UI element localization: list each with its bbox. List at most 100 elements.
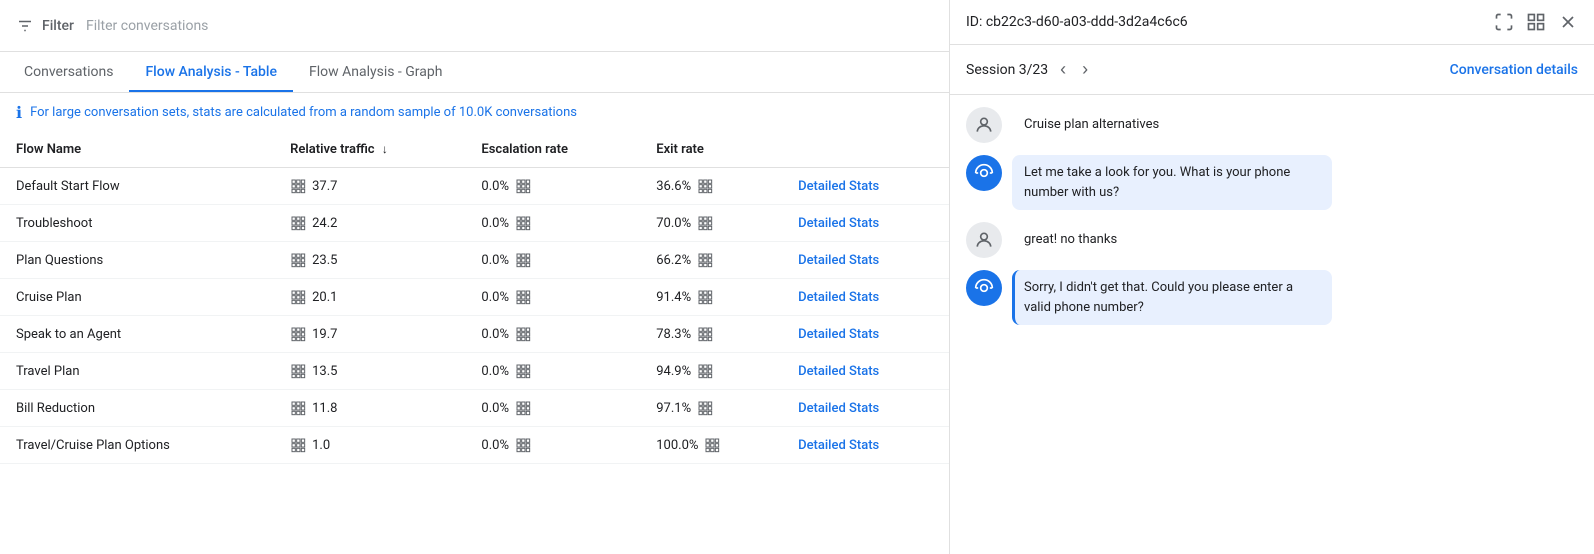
table-cell-icon <box>515 252 531 268</box>
detailed-stats-link[interactable]: Detailed Stats <box>798 401 879 416</box>
cell-relative-traffic: 24.2 <box>274 205 465 242</box>
cell-escalation-rate: 0.0% <box>465 168 640 205</box>
table-row: Cruise Plan 20.1 0.0% 91.4% Detailed Sta… <box>0 279 949 316</box>
cell-escalation-rate: 0.0% <box>465 427 640 464</box>
table-cell-icon <box>697 215 713 231</box>
cell-escalation-rate: 0.0% <box>465 279 640 316</box>
filter-placeholder: Filter conversations <box>86 18 208 34</box>
header-icons <box>1494 12 1578 32</box>
detailed-stats-link[interactable]: Detailed Stats <box>798 253 879 268</box>
col-flow-name: Flow Name <box>0 132 274 168</box>
detailed-stats-link[interactable]: Detailed Stats <box>798 179 879 194</box>
cell-detailed-stats[interactable]: Detailed Stats <box>782 168 949 205</box>
cell-relative-traffic: 20.1 <box>274 279 465 316</box>
message-bubble: Cruise plan alternatives <box>1012 107 1171 143</box>
table-cell-icon <box>704 437 720 453</box>
col-escalation-rate: Escalation rate <box>465 132 640 168</box>
col-exit-rate: Exit rate <box>640 132 782 168</box>
table-row: Travel/Cruise Plan Options 1.0 0.0% 100.… <box>0 427 949 464</box>
cell-exit-rate: 36.6% <box>640 168 782 205</box>
messages-container: Cruise plan alternatives Let me take a l… <box>950 95 1594 554</box>
cell-detailed-stats[interactable]: Detailed Stats <box>782 316 949 353</box>
left-panel: Filter Filter conversations Conversation… <box>0 0 950 554</box>
cell-flow-name: Travel Plan <box>0 353 274 390</box>
table-row: Travel Plan 13.5 0.0% 94.9% Detailed Sta… <box>0 353 949 390</box>
table-cell-icon <box>697 289 713 305</box>
session-label: Session 3/23 <box>966 62 1048 78</box>
table-cell-icon <box>515 289 531 305</box>
table-cell-icon <box>515 400 531 416</box>
cell-exit-rate: 78.3% <box>640 316 782 353</box>
detailed-stats-link[interactable]: Detailed Stats <box>798 290 879 305</box>
prev-session-button[interactable]: ‹ <box>1056 55 1070 84</box>
cell-flow-name: Cruise Plan <box>0 279 274 316</box>
info-banner: ℹ For large conversation sets, stats are… <box>0 93 949 132</box>
table-cell-icon <box>290 326 306 342</box>
session-nav: Session 3/23 ‹ › Conversation details <box>950 45 1594 95</box>
message-row: Let me take a look for you. What is your… <box>966 155 1578 210</box>
cell-relative-traffic: 11.8 <box>274 390 465 427</box>
cell-flow-name: Travel/Cruise Plan Options <box>0 427 274 464</box>
tab-flow-analysis-table[interactable]: Flow Analysis - Table <box>129 52 293 92</box>
cell-detailed-stats[interactable]: Detailed Stats <box>782 353 949 390</box>
table-cell-icon <box>290 400 306 416</box>
avatar <box>966 270 1002 306</box>
tab-flow-analysis-graph[interactable]: Flow Analysis - Graph <box>293 52 459 92</box>
close-icon[interactable] <box>1558 12 1578 32</box>
cell-detailed-stats[interactable]: Detailed Stats <box>782 390 949 427</box>
grid-view-icon[interactable] <box>1526 12 1546 32</box>
conversation-details-link[interactable]: Conversation details <box>1450 62 1578 78</box>
table-cell-icon <box>290 252 306 268</box>
session-info: Session 3/23 ‹ › <box>966 55 1092 84</box>
table-cell-icon <box>515 326 531 342</box>
filter-label: Filter <box>42 18 74 34</box>
cell-detailed-stats[interactable]: Detailed Stats <box>782 242 949 279</box>
message-text: great! no thanks <box>1024 232 1117 247</box>
info-banner-text: For large conversation sets, stats are c… <box>30 105 577 120</box>
table-row: Troubleshoot 24.2 0.0% 70.0% Detailed St… <box>0 205 949 242</box>
info-icon: ℹ <box>16 103 22 122</box>
cell-detailed-stats[interactable]: Detailed Stats <box>782 427 949 464</box>
filter-icon <box>16 17 34 35</box>
next-session-button[interactable]: › <box>1078 55 1092 84</box>
message-bubble: Let me take a look for you. What is your… <box>1012 155 1332 210</box>
table-cell-icon <box>290 289 306 305</box>
cell-flow-name: Default Start Flow <box>0 168 274 205</box>
message-bubble: great! no thanks <box>1012 222 1129 258</box>
avatar <box>966 222 1002 258</box>
col-actions <box>782 132 949 168</box>
detailed-stats-link[interactable]: Detailed Stats <box>798 364 879 379</box>
detailed-stats-link[interactable]: Detailed Stats <box>798 438 879 453</box>
message-row: great! no thanks <box>966 222 1578 258</box>
flow-analysis-table: Flow Name Relative traffic ↓ Escalation … <box>0 132 949 554</box>
tab-conversations[interactable]: Conversations <box>8 52 129 92</box>
cell-escalation-rate: 0.0% <box>465 316 640 353</box>
cell-relative-traffic: 19.7 <box>274 316 465 353</box>
cell-exit-rate: 94.9% <box>640 353 782 390</box>
avatar <box>966 155 1002 191</box>
cell-escalation-rate: 0.0% <box>465 242 640 279</box>
col-relative-traffic[interactable]: Relative traffic ↓ <box>274 132 465 168</box>
cell-detailed-stats[interactable]: Detailed Stats <box>782 279 949 316</box>
cell-flow-name: Plan Questions <box>0 242 274 279</box>
cell-exit-rate: 70.0% <box>640 205 782 242</box>
table-cell-icon <box>515 215 531 231</box>
cell-detailed-stats[interactable]: Detailed Stats <box>782 205 949 242</box>
cell-relative-traffic: 1.0 <box>274 427 465 464</box>
right-panel-header: ID: cb22c3-d60-a03-ddd-3d2a4c6c6 <box>950 0 1594 45</box>
message-text: Let me take a look for you. What is your… <box>1024 165 1290 200</box>
table-cell-icon <box>697 252 713 268</box>
cell-exit-rate: 91.4% <box>640 279 782 316</box>
cell-flow-name: Bill Reduction <box>0 390 274 427</box>
message-text: Sorry, I didn't get that. Could you plea… <box>1024 280 1293 315</box>
detailed-stats-link[interactable]: Detailed Stats <box>798 216 879 231</box>
table-cell-icon <box>290 178 306 194</box>
table-cell-icon <box>697 400 713 416</box>
avatar <box>966 107 1002 143</box>
fullscreen-icon[interactable] <box>1494 12 1514 32</box>
table-cell-icon <box>290 363 306 379</box>
tabs: Conversations Flow Analysis - Table Flow… <box>0 52 949 93</box>
cell-relative-traffic: 37.7 <box>274 168 465 205</box>
detailed-stats-link[interactable]: Detailed Stats <box>798 327 879 342</box>
table-cell-icon <box>515 363 531 379</box>
